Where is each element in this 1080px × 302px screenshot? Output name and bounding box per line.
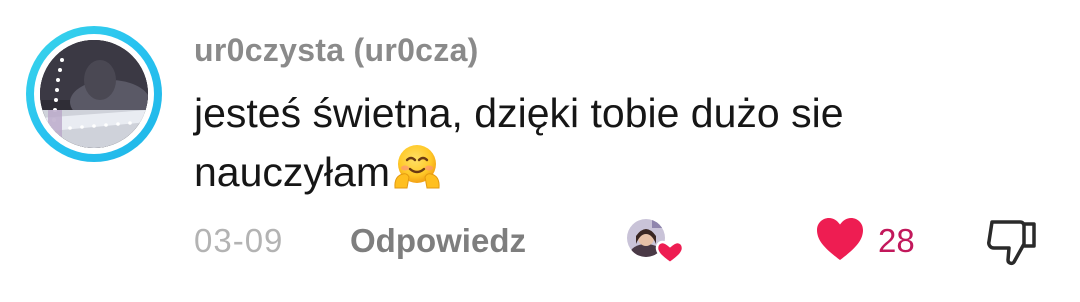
- comment-body: jesteś świetna, dzięki tobie dużo sie na…: [194, 90, 844, 195]
- avatar-border: [34, 34, 154, 154]
- comment-username[interactable]: ur0czysta (ur0cza): [194, 32, 479, 69]
- creator-liked-icon: [626, 218, 685, 265]
- avatar: [40, 40, 148, 148]
- hugging-face-emoji-icon: [394, 145, 440, 189]
- heart-icon: [817, 218, 863, 260]
- creator-liked-badge: [624, 214, 688, 266]
- comment-text: jesteś świetna, dzięki tobie dużo sie na…: [194, 84, 1014, 201]
- comment-item: ur0czysta (ur0cza) jesteś świetna, dzięk…: [0, 0, 1080, 302]
- dislike-button[interactable]: [984, 216, 1040, 268]
- avatar-photo-icon: [40, 40, 148, 148]
- like-button[interactable]: [815, 216, 865, 262]
- thumbs-down-icon: [987, 220, 1036, 266]
- like-count: 28: [878, 222, 915, 259]
- comment-date: 03-09: [194, 222, 284, 259]
- reply-button[interactable]: Odpowiedz: [350, 222, 526, 260]
- avatar-story-ring[interactable]: [26, 26, 162, 162]
